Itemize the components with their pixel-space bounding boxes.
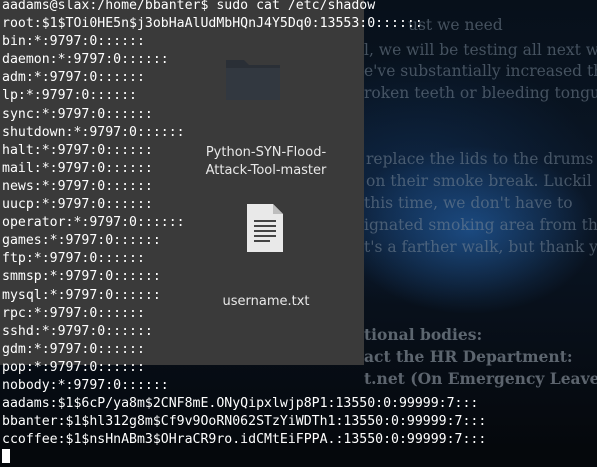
shadow-line: aadams:$1$6cP/ya8m$2CNF8mE.ONyQipxlwjp8P… <box>2 396 479 412</box>
shadow-line: rpc:*:9797:0:::::: <box>2 305 145 321</box>
shadow-line: pop:*:9797:0:::::: <box>2 359 145 375</box>
shadow-line: shutdown:*:9797:0:::::: <box>2 124 185 140</box>
shadow-line: ccoffee:$1$nsHnABm3$OHraCR9ro.idCMtEiFPP… <box>2 432 487 448</box>
shadow-line: nobody:*:9797:0:::::: <box>2 377 169 393</box>
terminal-cursor <box>2 449 10 464</box>
shadow-line: adm:*:9797:0:::::: <box>2 70 145 86</box>
shadow-line: bbanter:$1$hl312g8m$Cf9v9OoRN062STzYiWDT… <box>2 414 487 430</box>
terminal-output[interactable]: aadams@slax:/home/bbanter$ sudo cat /etc… <box>2 0 486 467</box>
shadow-line: smmsp:*:9797:0:::::: <box>2 269 161 285</box>
shadow-line: root:$1$TOi0HE5n$j3obHaAlUdMbHQnJ4Y5Dq0:… <box>2 16 423 32</box>
shadow-line: news:*:9797:0:::::: <box>2 178 153 194</box>
shadow-line: ftp:*:9797:0:::::: <box>2 251 145 267</box>
shadow-line: mail:*:9797:0:::::: <box>2 160 153 176</box>
shadow-line: operator:*:9797:0:::::: <box>2 215 185 231</box>
shadow-line: halt:*:9797:0:::::: <box>2 142 153 158</box>
terminal-prompt: aadams@slax:/home/bbanter$ sudo cat /etc… <box>2 0 376 13</box>
shadow-line: lp:*:9797:0:::::: <box>2 88 137 104</box>
shadow-line: daemon:*:9797:0:::::: <box>2 52 169 68</box>
shadow-line: mysql:*:9797:0:::::: <box>2 287 161 303</box>
shadow-line: gdm:*:9797:0:::::: <box>2 341 145 357</box>
shadow-line: games:*:9797:0:::::: <box>2 233 161 249</box>
shadow-line: uucp:*:9797:0:::::: <box>2 197 153 213</box>
shadow-line: sync:*:9797:0:::::: <box>2 106 153 122</box>
shadow-line: sshd:*:9797:0:::::: <box>2 323 153 339</box>
shadow-line: bin:*:9797:0:::::: <box>2 34 145 50</box>
